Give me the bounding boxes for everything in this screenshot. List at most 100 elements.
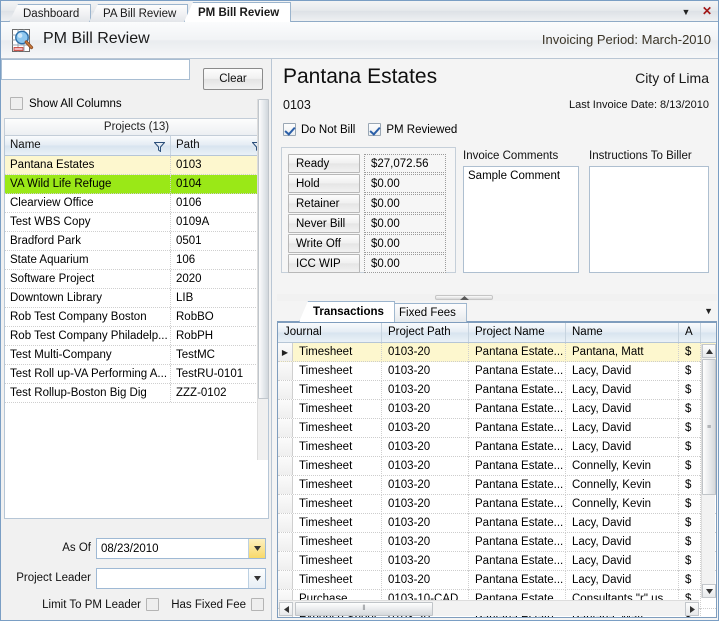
project-name: Test Multi-Company xyxy=(5,346,171,364)
list-item[interactable]: Rob Test Company Boston RobBO xyxy=(5,308,268,327)
amount-label-write-off[interactable]: Write Off xyxy=(288,234,360,253)
list-item[interactable]: Test Multi-Company TestMC xyxy=(5,346,268,365)
table-row[interactable]: Timesheet 0103-20 Pantana Estate... Lacy… xyxy=(278,381,716,400)
amount-label-never-bill[interactable]: Never Bill xyxy=(288,214,360,233)
transactions-hscrollbar-thumb[interactable]: ⫴ xyxy=(295,602,433,616)
cell-project-path: 0103-20 xyxy=(382,419,469,438)
transactions-scrollbar-thumb[interactable]: ≡ xyxy=(702,359,716,495)
amount-label-ready[interactable]: Ready xyxy=(288,154,360,173)
table-row[interactable]: Timesheet 0103-20 Pantana Estate... Conn… xyxy=(278,476,716,495)
tab-fixed-fees[interactable]: Fixed Fees xyxy=(385,303,467,322)
as-of-dropdown-button[interactable] xyxy=(248,539,265,558)
instructions-to-biller-textarea[interactable] xyxy=(589,166,709,273)
transactions-horizontal-scrollbar[interactable]: ⫴ xyxy=(279,600,699,616)
has-fixed-fee-checkbox[interactable] xyxy=(251,598,264,611)
amount-label-retainer[interactable]: Retainer xyxy=(288,194,360,213)
column-header-path[interactable]: Path xyxy=(171,136,268,155)
cell-amount: $ xyxy=(679,457,701,476)
table-row[interactable]: Timesheet 0103-20 Pantana Estate... Lacy… xyxy=(278,552,716,571)
do-not-bill-checkbox[interactable]: Do Not Bill xyxy=(283,123,355,136)
column-header-name[interactable]: Name xyxy=(566,323,679,342)
list-item[interactable]: Test Rollup-Boston Big Dig ZZZ-0102 xyxy=(5,384,268,403)
table-row[interactable]: Timesheet 0103-20 Pantana Estate... Conn… xyxy=(278,457,716,476)
scroll-up-icon[interactable] xyxy=(702,344,716,358)
column-header-name[interactable]: Name xyxy=(5,136,171,155)
row-selector[interactable] xyxy=(278,476,293,494)
scroll-down-icon[interactable] xyxy=(702,584,716,598)
row-selector[interactable] xyxy=(278,362,293,380)
table-row[interactable]: Timesheet 0103-20 Pantana Estate... Lacy… xyxy=(278,514,716,533)
projects-list[interactable]: Pantana Estates 0103 VA Wild Life Refuge… xyxy=(4,156,269,519)
as-of-input[interactable] xyxy=(96,538,266,559)
amount-label-icc-wip[interactable]: ICC WIP xyxy=(288,254,360,273)
clear-button[interactable]: Clear xyxy=(203,68,263,90)
column-header-project-name[interactable]: Project Name xyxy=(469,323,566,342)
column-header-journal[interactable]: Journal xyxy=(278,323,382,342)
project-path: TestRU-0101 xyxy=(176,368,244,380)
column-header-project-path[interactable]: Project Path xyxy=(382,323,469,342)
project-leader-dropdown-button[interactable] xyxy=(248,569,265,588)
list-item[interactable]: Test Roll up-VA Performing A... TestRU-0… xyxy=(5,365,268,384)
list-item[interactable]: Software Project 2020 xyxy=(5,270,268,289)
pm-reviewed-checkbox[interactable]: PM Reviewed xyxy=(368,123,457,136)
project-leader-input[interactable] xyxy=(96,568,266,589)
row-selector[interactable] xyxy=(278,514,293,532)
splitter-collapse-icon[interactable] xyxy=(435,295,493,300)
list-item[interactable]: Downtown Library LIB xyxy=(5,289,268,308)
table-row[interactable]: Timesheet 0103-20 Pantana Estate... Lacy… xyxy=(278,533,716,552)
row-selector[interactable] xyxy=(278,533,293,551)
scroll-right-icon[interactable] xyxy=(685,602,699,616)
limit-to-pm-leader-checkbox[interactable] xyxy=(146,598,159,611)
close-icon[interactable]: ✕ xyxy=(698,4,716,20)
tab-transactions[interactable]: Transactions xyxy=(299,301,395,322)
column-header-amount[interactable]: A xyxy=(679,323,701,342)
tab-label: PA Bill Review xyxy=(103,8,177,20)
row-selector[interactable] xyxy=(278,419,293,437)
table-row[interactable]: ▶ Timesheet 0103-20 Pantana Estate... Pa… xyxy=(278,343,716,362)
scroll-left-icon[interactable] xyxy=(279,602,293,616)
list-item[interactable]: State Aquarium 106 xyxy=(5,251,268,270)
row-selector[interactable] xyxy=(278,381,293,399)
panel-splitter[interactable] xyxy=(277,294,717,301)
table-row[interactable]: Timesheet 0103-20 Pantana Estate... Lacy… xyxy=(278,362,716,381)
row-selector[interactable] xyxy=(278,495,293,513)
tab-pa-bill-review[interactable]: PA Bill Review xyxy=(89,4,189,22)
tab-label: Transactions xyxy=(313,306,384,318)
invoice-comments-textarea[interactable] xyxy=(463,166,579,273)
table-row[interactable]: Timesheet 0103-20 Pantana Estate... Lacy… xyxy=(278,438,716,457)
chevron-down-icon[interactable]: ▼ xyxy=(704,306,713,316)
tab-dashboard[interactable]: Dashboard xyxy=(9,4,92,22)
row-selector[interactable] xyxy=(278,571,293,589)
row-selector[interactable] xyxy=(278,400,293,418)
list-item[interactable]: Bradford Park 0501 xyxy=(5,232,268,251)
cell-journal: Timesheet xyxy=(293,419,382,438)
list-item[interactable]: Clearview Office 0106 xyxy=(5,194,268,213)
tab-pm-bill-review[interactable]: PM Bill Review xyxy=(184,2,292,22)
table-row[interactable]: Timesheet 0103-20 Pantana Estate... Lacy… xyxy=(278,400,716,419)
row-selector-arrow-icon[interactable]: ▶ xyxy=(278,343,293,361)
transactions-grid[interactable]: Journal Project Path Project Name Name A… xyxy=(277,322,717,618)
cell-project-name: Pantana Estate... xyxy=(469,438,566,457)
list-item[interactable]: Rob Test Company Philadelp... RobPH xyxy=(5,327,268,346)
project-path: LIB xyxy=(176,292,194,304)
projects-scrollbar-thumb[interactable] xyxy=(258,99,269,399)
table-row[interactable]: Timesheet 0103-20 Pantana Estate... Conn… xyxy=(278,495,716,514)
table-row[interactable]: Timesheet 0103-20 Pantana Estate... Lacy… xyxy=(278,419,716,438)
table-row[interactable]: Timesheet 0103-20 Pantana Estate... Lacy… xyxy=(278,571,716,590)
transactions-vertical-scrollbar[interactable]: ≡ xyxy=(701,344,716,598)
projects-scrollbar[interactable] xyxy=(257,99,269,460)
list-item[interactable]: VA Wild Life Refuge 0104 xyxy=(5,175,268,194)
show-all-columns-checkbox[interactable]: Show All Columns xyxy=(10,97,122,110)
cell-journal: Timesheet xyxy=(293,457,382,476)
column-header-label: Name xyxy=(10,139,41,151)
list-item[interactable]: Pantana Estates 0103 xyxy=(5,156,268,175)
project-path: 0501 xyxy=(176,235,202,247)
row-selector[interactable] xyxy=(278,552,293,570)
search-input[interactable] xyxy=(1,59,190,80)
project-path: ZZZ-0102 xyxy=(176,387,227,399)
chevron-down-icon[interactable]: ▼ xyxy=(677,5,695,21)
amount-label-hold[interactable]: Hold xyxy=(288,174,360,193)
row-selector[interactable] xyxy=(278,438,293,456)
list-item[interactable]: Test WBS Copy 0109A xyxy=(5,213,268,232)
row-selector[interactable] xyxy=(278,457,293,475)
